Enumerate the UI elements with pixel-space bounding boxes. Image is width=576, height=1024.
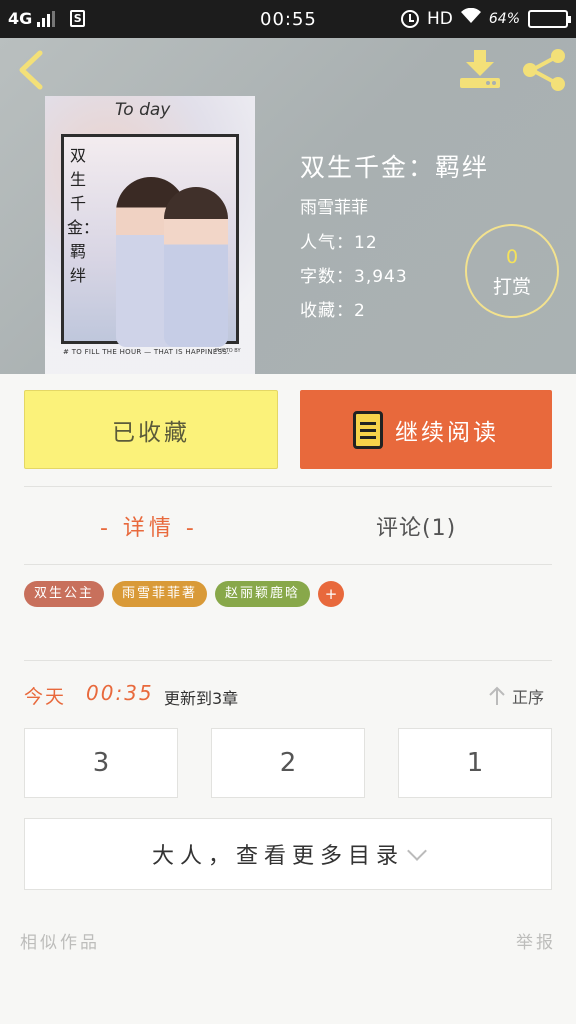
book-cover[interactable]: To day 双生千金：羁绊 # TO FILL THE HOUR — THAT… bbox=[45, 96, 255, 374]
report-link[interactable]: 举报 bbox=[516, 928, 556, 953]
book-author[interactable]: 雨雪菲菲 bbox=[300, 193, 368, 218]
update-today-label: 今天 bbox=[24, 686, 67, 708]
tab-details[interactable]: - 详情 - bbox=[100, 510, 198, 542]
status-right: HD 64% bbox=[401, 7, 571, 29]
hd-label: HD bbox=[427, 8, 453, 29]
cover-credit: PHOTO BY bbox=[215, 348, 241, 354]
battery-percent: 64% bbox=[488, 10, 520, 27]
collected-button[interactable]: 已收藏 bbox=[24, 390, 278, 469]
book-word-count: 字数：3,943 bbox=[300, 267, 408, 287]
cover-caption: # TO FILL THE HOUR — THAT IS HAPPINESS. bbox=[63, 348, 230, 356]
collected-label: 已收藏 bbox=[112, 419, 190, 446]
chevron-down-icon bbox=[407, 841, 427, 861]
sort-order-label: 正序 bbox=[512, 688, 545, 707]
chapter-cell[interactable]: 2 bbox=[211, 728, 365, 798]
status-bar: 4G S 00:55 HD 64% bbox=[0, 0, 576, 38]
cover-today-text: To day bbox=[115, 100, 171, 120]
add-tag-button[interactable]: + bbox=[318, 581, 345, 607]
book-title: 双生千金：羁绊 bbox=[300, 153, 490, 182]
alarm-icon bbox=[401, 9, 419, 28]
battery-icon bbox=[528, 9, 571, 28]
cover-person bbox=[164, 187, 228, 347]
signal-icon bbox=[37, 10, 56, 27]
book-header: To day 双生千金：羁绊 # TO FILL THE HOUR — THAT… bbox=[0, 38, 576, 374]
tag-list: 双生公主 雨雪菲菲著 赵丽颖鹿晗 + bbox=[24, 581, 345, 607]
status-time: 00:55 bbox=[260, 9, 317, 30]
tip-count: 0 bbox=[505, 246, 519, 268]
sort-order-button[interactable]: 正序 bbox=[488, 684, 544, 708]
download-icon bbox=[460, 50, 500, 88]
divider bbox=[24, 564, 552, 565]
status-left: 4G S bbox=[8, 9, 86, 28]
divider bbox=[24, 486, 552, 487]
tip-label: 打赏 bbox=[492, 276, 531, 298]
network-label: 4G bbox=[8, 9, 33, 28]
arrow-up-icon bbox=[489, 686, 505, 705]
update-text: 更新到3章 bbox=[164, 689, 239, 708]
chapter-cell[interactable]: 1 bbox=[398, 728, 552, 798]
tag-chip[interactable]: 雨雪菲菲著 bbox=[112, 581, 208, 607]
book-icon bbox=[353, 410, 383, 449]
tag-chip[interactable]: 赵丽颖鹿晗 bbox=[215, 581, 311, 607]
tag-chip[interactable]: 双生公主 bbox=[24, 581, 105, 607]
back-button[interactable] bbox=[14, 50, 48, 90]
similar-works-label: 相似作品 bbox=[20, 933, 100, 953]
more-catalog-button[interactable]: 大人，查看更多目录 bbox=[24, 818, 552, 890]
download-button[interactable] bbox=[458, 48, 502, 90]
continue-reading-label: 继续阅读 bbox=[395, 419, 499, 446]
divider bbox=[24, 660, 552, 661]
share-icon bbox=[523, 49, 565, 91]
chapter-cell[interactable]: 3 bbox=[24, 728, 178, 798]
more-catalog-label: 大人，查看更多目录 bbox=[151, 844, 404, 869]
sim-icon: S bbox=[70, 10, 86, 27]
share-button[interactable] bbox=[520, 48, 568, 92]
chevron-left-icon bbox=[19, 50, 43, 90]
book-favorites: 收藏：2 bbox=[300, 301, 366, 321]
cover-vertical-title: 双生千金：羁绊 bbox=[67, 146, 100, 285]
tab-comments[interactable]: 评论(1) bbox=[376, 510, 456, 542]
wifi-icon bbox=[460, 7, 481, 29]
continue-reading-button[interactable]: 继续阅读 bbox=[300, 390, 552, 469]
update-time: 00:35 bbox=[86, 681, 154, 705]
book-popularity: 人气：12 bbox=[300, 233, 378, 253]
tip-button[interactable]: 0 打赏 bbox=[465, 224, 559, 318]
